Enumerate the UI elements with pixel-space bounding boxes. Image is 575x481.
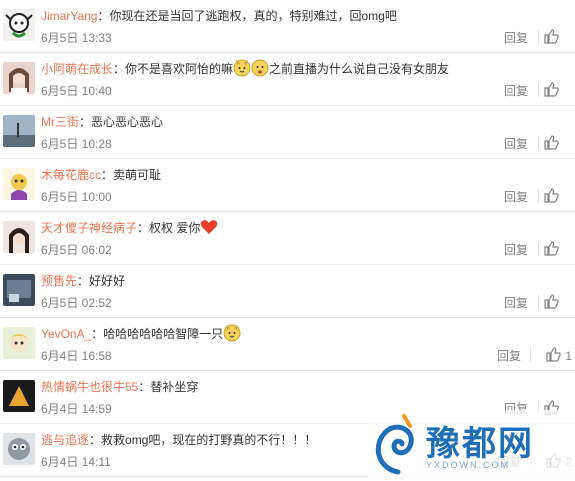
comment-item: Mr三街：恶心恶心恶心 6月5日 10:28 回复	[0, 106, 575, 159]
username-link[interactable]: Mr三街	[41, 115, 79, 129]
avatar[interactable]	[3, 327, 35, 359]
username-link[interactable]: 小阿萌在成长	[41, 62, 113, 76]
separator: ：	[97, 9, 110, 23]
comment-time: 6月5日 13:33	[41, 31, 112, 45]
divider	[530, 348, 531, 362]
avatar[interactable]	[3, 274, 35, 306]
comment-time: 6月4日 16:58	[41, 349, 112, 363]
comment-time: 6月5日 10:00	[41, 190, 112, 204]
divider	[538, 189, 539, 203]
divider	[538, 30, 539, 44]
comment-item: 预售先：好好好 6月5日 02:52 回复	[0, 265, 575, 318]
comment-text: 替补坐穿	[150, 380, 199, 394]
comment-time: 6月5日 10:40	[41, 84, 112, 98]
reply-button[interactable]: 回复	[504, 135, 528, 153]
watermark-logo: 豫都网 YXDOWN.COM	[368, 410, 575, 481]
reply-button[interactable]: 回复	[504, 294, 528, 312]
watermark-swirl-icon	[375, 414, 414, 475]
divider	[538, 83, 539, 97]
emoji-icon	[251, 59, 269, 77]
comment-text: 哈哈哈哈哈哈智障一只	[103, 327, 224, 341]
comment-time: 6月5日 06:02	[41, 243, 112, 257]
reply-button[interactable]: 回复	[504, 241, 528, 259]
comment-time: 6月4日 14:59	[41, 402, 112, 416]
comment-item: 木每花鹿cc：卖萌可耻 6月5日 10:00 回复	[0, 159, 575, 212]
comment-time: 6月4日 14:11	[41, 455, 111, 469]
thumbs-up-icon[interactable]	[543, 187, 559, 203]
username-link[interactable]: 热情蜗牛也很牛55	[41, 380, 138, 394]
comment-text: 你现在还是当回了逃跑权，真的，特别难过，回omg吧	[109, 9, 397, 23]
username-link[interactable]: 天才傻子神经病子	[41, 221, 137, 235]
comment-list: JimarYang：你现在还是当回了逃跑权，真的，特别难过，回omg吧 6月5日…	[0, 0, 575, 477]
comment-item: JimarYang：你现在还是当回了逃跑权，真的，特别难过，回omg吧 6月5日…	[0, 0, 575, 53]
emoji-icon	[223, 324, 241, 342]
divider	[538, 295, 539, 309]
reply-button[interactable]: 回复	[497, 347, 521, 365]
comment-text: 权权 爱你	[149, 221, 201, 235]
comment-text: 救救omg吧，现在的打野真的不行！！！	[101, 433, 317, 447]
separator: ：	[77, 274, 90, 288]
reply-button[interactable]: 回复	[504, 82, 528, 100]
avatar[interactable]	[3, 168, 35, 200]
username-link[interactable]: JimarYang	[41, 9, 97, 23]
watermark-url: YXDOWN.COM	[426, 460, 510, 470]
thumbs-up-icon[interactable]	[543, 81, 559, 97]
reply-button[interactable]: 回复	[504, 188, 528, 206]
thumbs-up-icon[interactable]	[543, 28, 559, 44]
thumbs-up-icon[interactable]	[543, 134, 559, 150]
avatar[interactable]	[3, 9, 35, 41]
comment-text: 好好好	[89, 274, 126, 288]
comment-text-tail: 之前直播为什么说自己没有女朋友	[269, 62, 450, 76]
comment-text: 你不是喜欢阿怡的嘛	[125, 62, 234, 76]
separator: ：	[79, 115, 92, 129]
comment-time: 6月5日 02:52	[41, 296, 112, 310]
separator: ：	[89, 433, 102, 447]
separator: ：	[113, 62, 126, 76]
divider	[538, 242, 539, 256]
comment-text: 卖萌可耻	[113, 168, 162, 182]
heart-icon	[201, 220, 218, 234]
avatar[interactable]	[3, 380, 35, 412]
thumbs-up-icon[interactable]	[543, 240, 559, 256]
like-count: 1	[565, 349, 572, 363]
divider	[538, 136, 539, 150]
username-link[interactable]: YevOnA_	[41, 327, 91, 341]
comment-time: 6月5日 10:28	[41, 137, 112, 151]
comment-item: YevOnA_：哈哈哈哈哈哈智障一只 6月4日 16:58 回复 1	[0, 318, 575, 371]
comment-text: 恶心恶心恶心	[91, 115, 164, 129]
separator: ：	[137, 221, 150, 235]
separator: ：	[91, 327, 104, 341]
avatar[interactable]	[3, 433, 35, 465]
avatar[interactable]	[3, 115, 35, 147]
thumbs-up-icon[interactable]	[545, 346, 561, 362]
comment-item: 小阿萌在成长：你不是喜欢阿怡的嘛 之前直播为什么说自己没有女朋友 6月5日 10:…	[0, 53, 575, 106]
reply-button[interactable]: 回复	[504, 29, 528, 47]
watermark-name: 豫都网	[426, 424, 534, 464]
avatar[interactable]	[3, 62, 35, 94]
separator: ：	[101, 168, 114, 182]
username-link[interactable]: 预售先	[41, 274, 77, 288]
comment-item: 天才傻子神经病子：权权 爱你 6月5日 06:02 回复	[0, 212, 575, 265]
username-link[interactable]: 逃与追逐	[41, 433, 89, 447]
separator: ：	[138, 380, 151, 394]
emoji-icon	[233, 59, 251, 77]
avatar[interactable]	[3, 221, 35, 253]
thumbs-up-icon[interactable]	[543, 293, 559, 309]
username-link[interactable]: 木每花鹿cc	[41, 168, 101, 182]
